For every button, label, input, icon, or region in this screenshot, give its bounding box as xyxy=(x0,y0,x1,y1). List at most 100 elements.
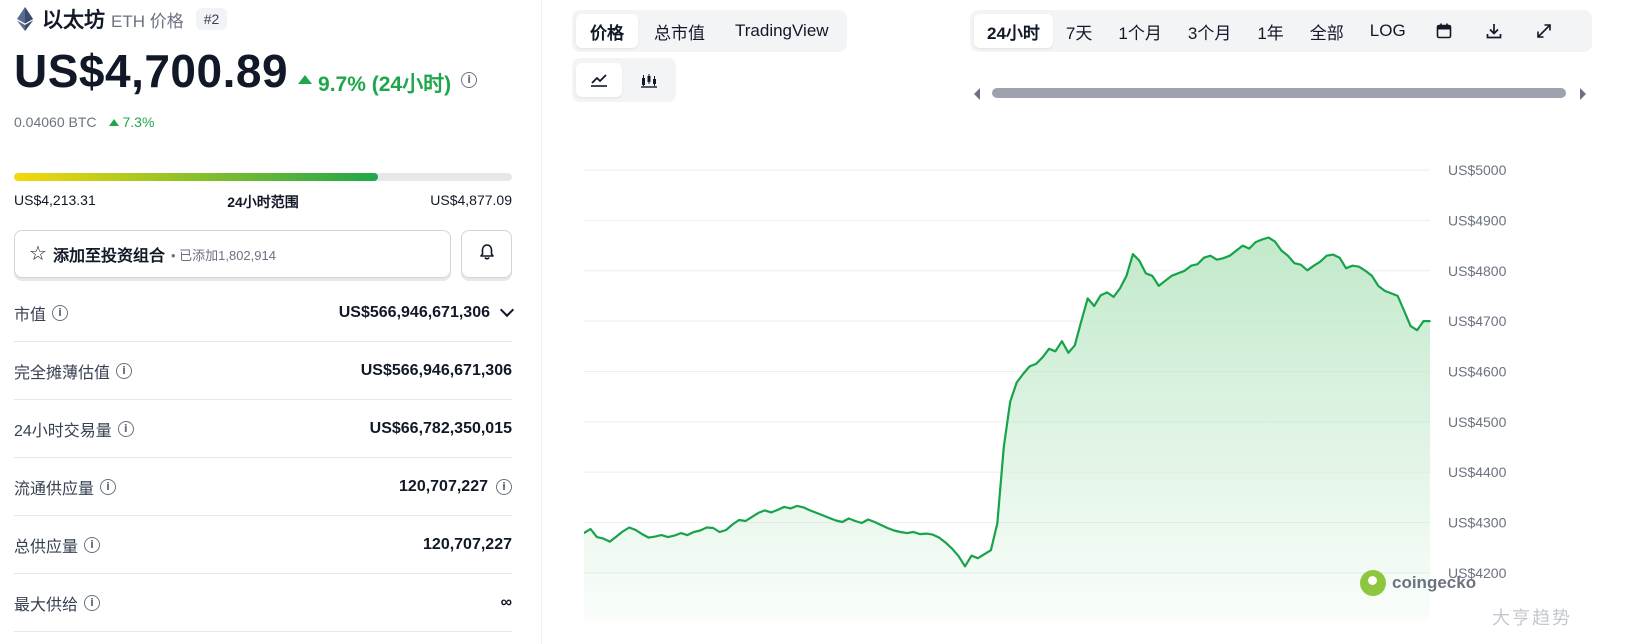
info-icon[interactable]: i xyxy=(116,362,133,379)
price-point xyxy=(802,506,805,509)
price-point xyxy=(1377,285,1380,287)
price-point xyxy=(1151,275,1154,277)
coin-info-panel: 以太坊 ETH 价格 #2 US$4,700.89 9.7% (24小时) i … xyxy=(0,0,542,644)
price-point xyxy=(1080,320,1083,322)
price-point xyxy=(1158,285,1160,287)
price-point xyxy=(1287,254,1289,257)
price-point xyxy=(1300,263,1302,266)
price-alert-button[interactable] xyxy=(461,230,512,278)
calendar-icon[interactable] xyxy=(1419,14,1469,48)
price-point xyxy=(667,536,669,538)
tab-metric[interactable]: 价格 xyxy=(576,14,638,48)
price-point xyxy=(828,517,831,519)
price-chart[interactable]: US$4200US$4300US$4400US$4500US$4600US$47… xyxy=(584,150,1604,620)
price-point xyxy=(764,509,766,512)
tab-range[interactable]: 全部 xyxy=(1297,14,1357,48)
stats-table: 市值 i US$566,946,671,306 完全摊薄估值 i US$566,946,6… xyxy=(14,284,515,632)
tab-range[interactable]: 24小时 xyxy=(974,14,1053,48)
stat-label: 最大供给 i xyxy=(14,591,101,615)
tab-metric[interactable]: TradingView xyxy=(721,14,843,48)
stat-value: ∞ xyxy=(501,594,512,612)
y-tick-label: US$4300 xyxy=(1448,514,1507,530)
scroll-left-arrow-icon[interactable] xyxy=(974,88,980,100)
stat-row: 完全摊薄估值 i US$566,946,671,306 xyxy=(14,342,512,400)
price-point xyxy=(1203,256,1205,259)
download-icon[interactable] xyxy=(1469,14,1519,48)
stat-label: 流通供应量 i xyxy=(14,475,117,499)
price-point xyxy=(1112,296,1115,298)
info-icon[interactable]: i xyxy=(84,594,101,611)
stat-label: 完全摊薄估值 i xyxy=(14,359,133,383)
up-arrow-icon xyxy=(108,118,119,126)
info-icon[interactable]: i xyxy=(100,478,117,495)
info-icon[interactable]: i xyxy=(52,304,69,321)
coin-page: 以太坊 ETH 价格 #2 US$4,700.89 9.7% (24小时) i … xyxy=(0,0,1652,644)
price-point xyxy=(705,526,708,529)
stat-value: US$566,946,671,306 xyxy=(361,362,512,380)
price-point xyxy=(938,536,940,539)
coingecko-watermark: coingecko xyxy=(1360,570,1476,596)
price-point xyxy=(654,535,656,538)
price-point xyxy=(893,529,895,532)
tab-metric[interactable]: 总市值 xyxy=(640,14,719,48)
price-point xyxy=(1106,291,1108,294)
coingecko-logo-icon xyxy=(1360,570,1386,596)
add-to-portfolio-button[interactable]: ☆ 添加至投资组合 • 已添加1,802,914 xyxy=(14,230,451,278)
info-icon[interactable]: i xyxy=(117,420,134,437)
price-point xyxy=(1306,269,1309,272)
line-chart-icon[interactable] xyxy=(576,63,622,97)
expand-icon[interactable] xyxy=(1519,14,1569,48)
price-point xyxy=(1429,320,1431,322)
stat-label: 总供应量 i xyxy=(14,533,101,557)
stat-label-text: 24小时交易量 xyxy=(14,422,112,440)
chart-range-scrollbar[interactable] xyxy=(974,86,1586,100)
price-point xyxy=(641,533,643,535)
price-point xyxy=(634,529,637,531)
chevron-down-icon[interactable] xyxy=(499,302,515,317)
tab-range[interactable]: LOG xyxy=(1357,14,1419,48)
price-point xyxy=(1074,344,1076,347)
price-point xyxy=(1384,290,1386,292)
price-point xyxy=(1132,253,1134,255)
tab-range[interactable]: 1个月 xyxy=(1105,14,1174,48)
btc-change: 7.3% xyxy=(108,114,154,130)
up-arrow-icon xyxy=(298,75,313,84)
tab-range[interactable]: 3个月 xyxy=(1175,14,1244,48)
price-point xyxy=(854,520,856,522)
info-icon[interactable]: i xyxy=(461,71,478,88)
price-point xyxy=(964,565,966,568)
price-point xyxy=(1254,241,1257,243)
price-point xyxy=(977,557,979,559)
price-point xyxy=(1241,244,1244,247)
price-point xyxy=(596,536,598,538)
price-point xyxy=(1409,325,1412,327)
price-point xyxy=(1267,236,1270,239)
price-point xyxy=(1261,238,1263,241)
price-point xyxy=(957,555,960,557)
scroll-thumb[interactable] xyxy=(992,88,1566,98)
info-icon[interactable]: i xyxy=(496,478,512,495)
candlestick-chart-icon[interactable] xyxy=(626,63,672,97)
tab-range[interactable]: 1年 xyxy=(1244,14,1296,48)
info-icon[interactable]: i xyxy=(84,536,101,553)
scroll-right-arrow-icon[interactable] xyxy=(1580,88,1586,100)
stat-value-text: US$566,946,671,306 xyxy=(338,303,490,321)
price-point xyxy=(744,520,747,522)
price-point xyxy=(673,534,676,537)
y-tick-label: US$4400 xyxy=(1448,464,1507,480)
tab-range[interactable]: 7天 xyxy=(1053,14,1105,48)
price-point xyxy=(1099,294,1102,297)
range-high: US$4,877.09 xyxy=(430,192,512,208)
price-point xyxy=(1145,272,1147,275)
price-point xyxy=(628,526,630,529)
stat-label-text: 流通供应量 xyxy=(14,480,95,498)
price-point xyxy=(1138,259,1141,262)
price-point xyxy=(1248,247,1250,250)
price-point xyxy=(860,522,863,524)
stat-value-text: 120,707,227 xyxy=(423,535,512,553)
y-tick-label: US$4500 xyxy=(1448,414,1507,430)
price-point xyxy=(1222,257,1225,259)
y-tick-label: US$4600 xyxy=(1448,363,1507,379)
price-point xyxy=(1422,320,1425,322)
price-point xyxy=(1293,262,1296,264)
